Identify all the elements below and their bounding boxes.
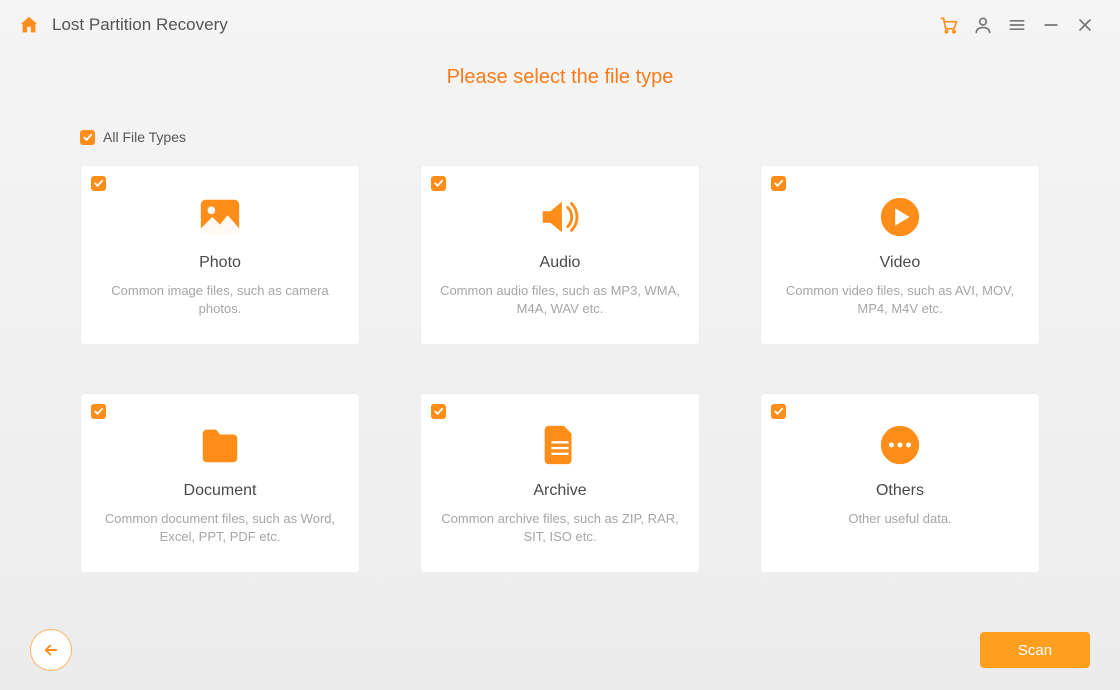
scan-button[interactable]: Scan [980,632,1090,668]
card-desc: Common document files, such as Word, Exc… [99,510,341,545]
close-icon[interactable] [1068,8,1102,42]
home-icon[interactable] [18,14,40,36]
card-title: Document [184,482,257,500]
checkbox-audio[interactable] [431,176,446,191]
card-desc: Common video files, such as AVI, MOV, MP… [779,282,1021,317]
card-photo[interactable]: Photo Common image files, such as camera… [80,165,360,345]
document-icon [197,422,243,468]
checkbox-photo[interactable] [91,176,106,191]
card-title: Video [880,254,921,272]
cart-icon[interactable] [932,8,966,42]
app-title: Lost Partition Recovery [52,15,228,35]
card-others[interactable]: Others Other useful data. [760,393,1040,573]
minimize-icon[interactable] [1034,8,1068,42]
card-title: Archive [533,482,586,500]
all-file-types-row[interactable]: All File Types [80,129,1120,145]
checkbox-others[interactable] [771,404,786,419]
back-button[interactable] [30,629,72,671]
video-icon [877,194,923,240]
card-title: Audio [540,254,581,272]
checkbox-archive[interactable] [431,404,446,419]
card-desc: Common image files, such as camera photo… [99,282,341,317]
bottombar: Scan [0,610,1120,690]
cards-grid: Photo Common image files, such as camera… [0,157,1120,573]
all-file-types-label: All File Types [103,129,186,145]
archive-icon [537,422,583,468]
menu-icon[interactable] [1000,8,1034,42]
photo-icon [197,194,243,240]
card-desc: Common archive files, such as ZIP, RAR, … [439,510,681,545]
card-video[interactable]: Video Common video files, such as AVI, M… [760,165,1040,345]
user-icon[interactable] [966,8,1000,42]
card-archive[interactable]: Archive Common archive files, such as ZI… [420,393,700,573]
checkbox-video[interactable] [771,176,786,191]
card-title: Others [876,482,924,500]
card-title: Photo [199,254,241,272]
audio-icon [537,194,583,240]
others-icon [877,422,923,468]
page-title: Please select the file type [0,66,1120,89]
checkbox-document[interactable] [91,404,106,419]
card-document[interactable]: Document Common document files, such as … [80,393,360,573]
card-desc: Common audio files, such as MP3, WMA, M4… [439,282,681,317]
titlebar: Lost Partition Recovery [0,0,1120,50]
card-audio[interactable]: Audio Common audio files, such as MP3, W… [420,165,700,345]
checkbox-all[interactable] [80,130,95,145]
card-desc: Other useful data. [848,510,951,528]
